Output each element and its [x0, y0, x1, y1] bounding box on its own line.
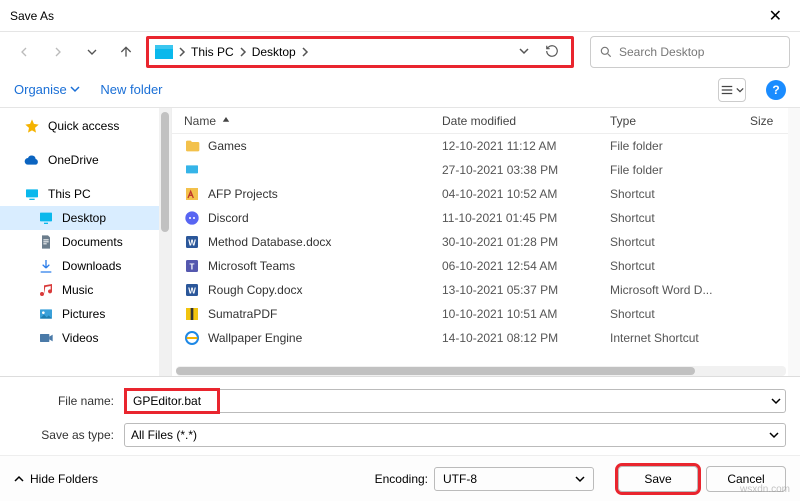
help-button[interactable]: ? [766, 80, 786, 100]
filename-label: File name: [14, 394, 124, 408]
star-icon [24, 118, 40, 134]
encoding-label: Encoding: [375, 472, 428, 486]
teams-icon: T [184, 258, 200, 274]
view-options-button[interactable] [718, 78, 746, 102]
recent-locations-button[interactable] [78, 38, 106, 66]
location-icon [155, 45, 173, 59]
organise-menu[interactable]: Organise [14, 82, 80, 97]
nav-bar: This PC Desktop Search Desktop [0, 32, 800, 72]
sidebar-scrollbar[interactable] [159, 108, 171, 376]
pic-icon [38, 306, 54, 322]
file-row[interactable]: WMethod Database.docx30-10-2021 01:28 PM… [172, 230, 800, 254]
file-pane: Name Date modified Type Size Games12-10-… [172, 108, 800, 376]
word-icon: W [184, 282, 200, 298]
video-icon [38, 330, 54, 346]
file-row[interactable]: WRough Copy.docx13-10-2021 05:37 PMMicro… [172, 278, 800, 302]
new-folder-button[interactable]: New folder [100, 82, 162, 97]
footer: Hide Folders Encoding: UTF-8 Save Cancel [0, 455, 800, 501]
sort-indicator-icon [222, 114, 230, 128]
sidebar: Quick access OneDrive This PCDesktopDocume… [0, 108, 172, 376]
ie-icon [184, 330, 200, 346]
svg-text:T: T [190, 262, 195, 271]
cloud-icon [24, 152, 40, 168]
doc-icon [38, 234, 54, 250]
search-placeholder: Search Desktop [619, 45, 704, 59]
svg-text:W: W [188, 238, 196, 247]
watermark: wsxdn.com [740, 484, 790, 495]
bluefolder-icon [184, 162, 200, 178]
col-type[interactable]: Type [610, 114, 750, 128]
sidebar-item-quick-access[interactable]: Quick access [0, 114, 171, 138]
music-icon [38, 282, 54, 298]
breadcrumb-tail[interactable] [300, 47, 310, 57]
file-v-scrollbar[interactable] [788, 108, 800, 376]
chevron-up-icon [14, 474, 24, 484]
body: Quick access OneDrive This PCDesktopDocume… [0, 108, 800, 376]
filename-dropdown[interactable] [220, 389, 786, 413]
address-bar[interactable]: This PC Desktop [146, 36, 574, 68]
discord-icon [184, 210, 200, 226]
breadcrumb-desktop[interactable]: Desktop [238, 45, 296, 59]
afp-icon [184, 186, 200, 202]
file-row[interactable]: TMicrosoft Teams06-10-2021 12:54 AMShort… [172, 254, 800, 278]
up-button[interactable] [112, 38, 140, 66]
back-button[interactable] [10, 38, 38, 66]
sumatra-icon [184, 306, 200, 322]
sidebar-item-documents[interactable]: Documents [0, 230, 171, 254]
file-row[interactable]: Discord11-10-2021 01:45 PMShortcut [172, 206, 800, 230]
column-headers[interactable]: Name Date modified Type Size [172, 108, 800, 134]
svg-text:W: W [188, 286, 196, 295]
pc-icon [24, 186, 40, 202]
sidebar-item-desktop[interactable]: Desktop [0, 206, 171, 230]
refresh-button[interactable] [539, 44, 565, 61]
save-form: File name: GPEditor.bat Save as type: Al… [0, 376, 800, 449]
file-row[interactable]: Games12-10-2021 11:12 AMFile folder [172, 134, 800, 158]
sidebar-item-pictures[interactable]: Pictures [0, 302, 171, 326]
down-icon [38, 258, 54, 274]
sidebar-item-this-pc[interactable]: This PC [0, 182, 171, 206]
file-row[interactable]: AFP Projects04-10-2021 10:52 AMShortcut [172, 182, 800, 206]
file-h-scrollbar[interactable] [176, 366, 786, 376]
sidebar-item-downloads[interactable]: Downloads [0, 254, 171, 278]
file-row[interactable]: 27-10-2021 03:38 PMFile folder [172, 158, 800, 182]
window-title: Save As [10, 9, 54, 23]
address-dropdown[interactable] [513, 45, 535, 59]
word-icon: W [184, 234, 200, 250]
filename-input[interactable]: GPEditor.bat [124, 388, 220, 414]
sidebar-item-onedrive[interactable]: OneDrive [0, 148, 171, 172]
file-row[interactable]: Wallpaper Engine14-10-2021 08:12 PMInter… [172, 326, 800, 350]
desktop-icon [38, 210, 54, 226]
forward-button[interactable] [44, 38, 72, 66]
toolbar: Organise New folder ? [0, 72, 800, 108]
save-button[interactable]: Save [618, 466, 698, 492]
saveastype-combo[interactable]: All Files (*.*) [124, 423, 786, 447]
search-icon [599, 45, 613, 59]
col-name[interactable]: Name [184, 114, 442, 128]
col-date[interactable]: Date modified [442, 114, 610, 128]
breadcrumb-this-pc[interactable]: This PC [177, 45, 234, 59]
file-row[interactable]: SumatraPDF10-10-2021 10:51 AMShortcut [172, 302, 800, 326]
close-button[interactable]: ✕ [761, 2, 790, 30]
sidebar-item-music[interactable]: Music [0, 278, 171, 302]
encoding-combo[interactable]: UTF-8 [434, 467, 594, 491]
folder-icon [184, 138, 200, 154]
saveastype-label: Save as type: [14, 428, 124, 442]
hide-folders-button[interactable]: Hide Folders [14, 472, 98, 486]
title-bar: Save As ✕ [0, 0, 800, 32]
breadcrumb-label: Desktop [252, 45, 296, 59]
search-input[interactable]: Search Desktop [590, 36, 790, 68]
sidebar-item-videos[interactable]: Videos [0, 326, 171, 350]
breadcrumb-label: This PC [191, 45, 234, 59]
